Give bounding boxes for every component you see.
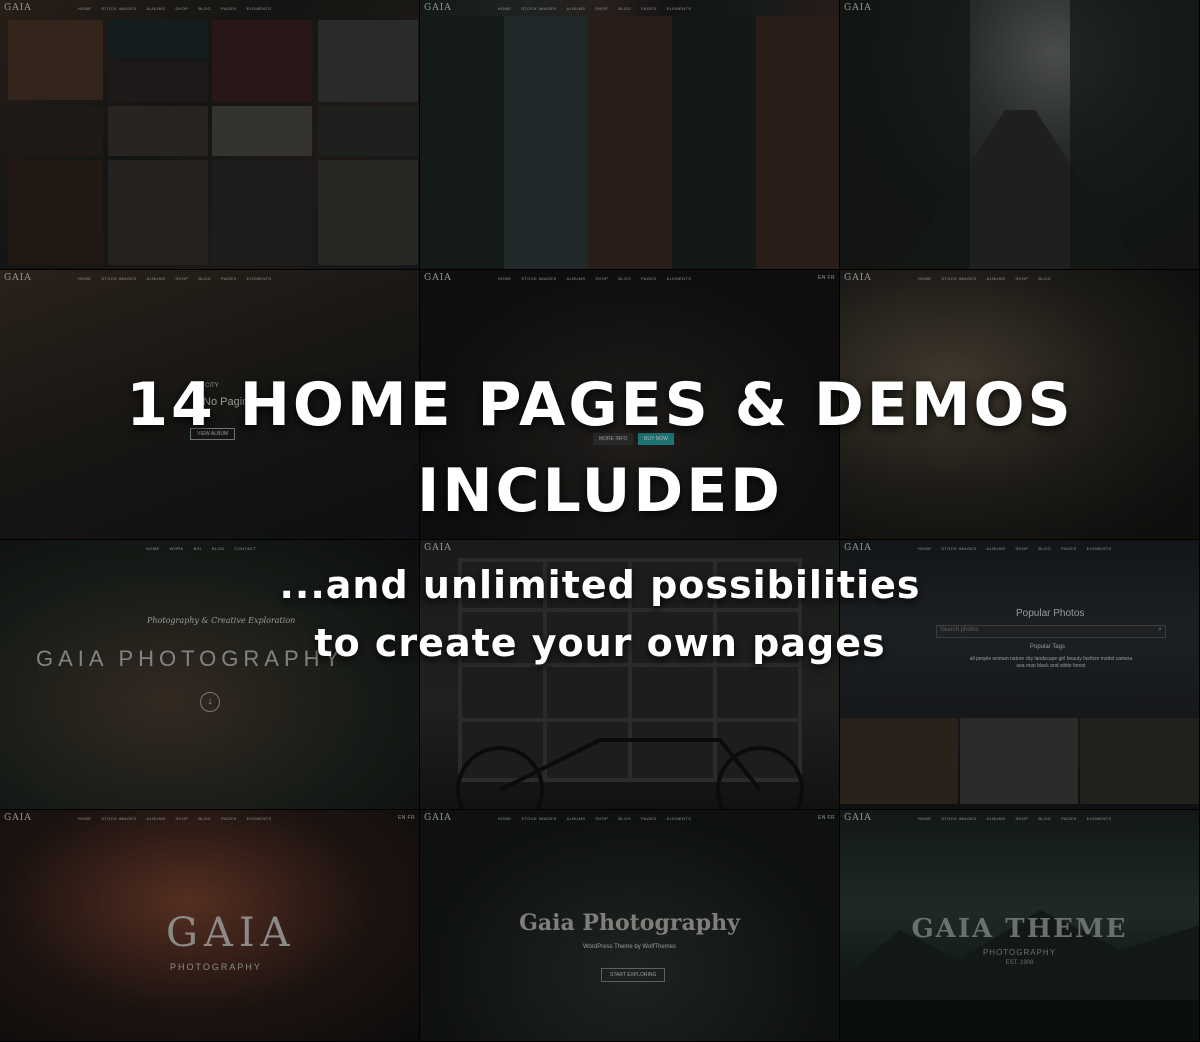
headline: 14 HOME PAGES & DEMOS INCLUDED [0, 362, 1200, 534]
subheadline-line-2: to create your own pages [314, 621, 886, 665]
headline-line-1: 14 HOME PAGES & DEMOS [126, 370, 1074, 440]
headline-line-2: INCLUDED [417, 456, 783, 526]
subheadline: ...and unlimited possibilities to create… [0, 556, 1200, 672]
subheadline-line-1: ...and unlimited possibilities [279, 563, 921, 607]
